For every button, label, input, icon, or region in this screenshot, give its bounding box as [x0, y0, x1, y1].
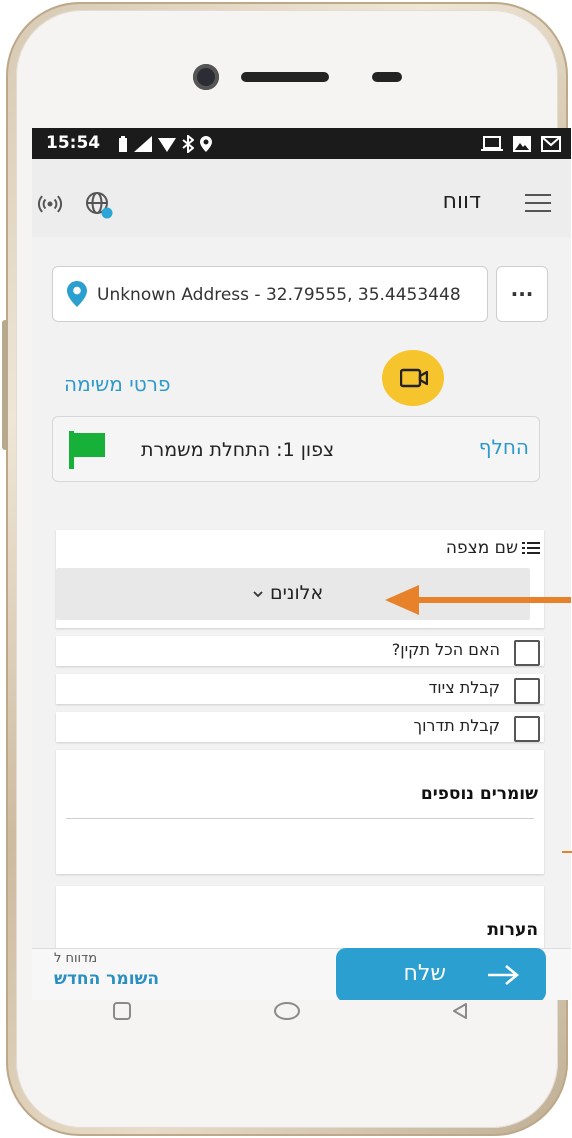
page-title: דווח	[442, 189, 481, 214]
globe-icon[interactable]	[84, 190, 114, 220]
annotation-arrow-small-icon	[562, 851, 572, 853]
address-text: Unknown Address - 32.79555, 35.4453448	[97, 285, 461, 305]
front-camera	[193, 64, 219, 90]
home-key[interactable]	[274, 1002, 300, 1020]
observation-post-value-text: אלונים	[270, 582, 324, 604]
checkbox[interactable]	[514, 640, 540, 666]
proximity-sensor	[372, 72, 402, 82]
image-icon	[513, 136, 531, 152]
checklist-label: האם הכל תקין?	[391, 640, 500, 659]
signal-icon	[134, 136, 152, 152]
status-bar: 15:54	[32, 128, 571, 159]
bluetooth-icon	[182, 135, 194, 153]
send-button[interactable]: שלח	[336, 948, 546, 1000]
annotation-arrow-icon	[385, 585, 571, 615]
signal-sync-icon[interactable]	[38, 192, 62, 216]
replace-checkpoint-link[interactable]: החלף	[479, 435, 529, 459]
observation-post-value: אלונים	[252, 582, 323, 604]
laptop-icon	[481, 136, 503, 151]
additional-guards-card[interactable]: שומרים נוספים	[56, 750, 544, 874]
video-camera-icon	[400, 368, 428, 388]
checkpoint-card: צפון 1: התחלת משמרת החלף	[52, 416, 540, 482]
checklist-item[interactable]: האם הכל תקין?	[56, 636, 544, 666]
hamburger-menu-icon[interactable]	[525, 194, 551, 212]
checklist-item[interactable]: קבלת תדרוך	[56, 712, 544, 742]
send-label: שלח	[403, 961, 446, 986]
back-key-icon[interactable]	[450, 1001, 470, 1021]
flag-icon	[69, 431, 105, 469]
app-screen: 15:54 דווח Unknown Address - 32.79555, 3…	[32, 128, 571, 1000]
earpiece-speaker	[241, 72, 329, 82]
notes-label: הערות	[487, 920, 538, 940]
status-time: 15:54	[46, 133, 101, 153]
list-icon	[522, 542, 540, 554]
additional-guards-label: שומרים נוספים	[420, 784, 538, 804]
recipient-link[interactable]: השומר החדש	[54, 969, 159, 989]
observation-post-label-text: שם מצפה	[445, 538, 518, 558]
more-options-button[interactable]: ...	[496, 266, 548, 322]
chevron-down-icon	[253, 590, 263, 597]
wifi-icon	[158, 138, 176, 152]
checklist-label: קבלת ציוד	[428, 678, 500, 697]
observation-post-label: שם מצפה	[446, 538, 540, 558]
app-bar: דווח	[32, 159, 571, 237]
checklist-label: קבלת תדרוך	[413, 716, 500, 735]
location-status-icon	[200, 136, 212, 152]
checklist-item[interactable]: קבלת ציוד	[56, 674, 544, 704]
divider	[66, 818, 534, 819]
phone-side-button	[2, 320, 8, 450]
checkpoint-name: צפון 1: התחלת משמרת	[141, 439, 335, 461]
battery-icon	[119, 136, 127, 152]
video-record-button[interactable]	[382, 350, 444, 406]
task-details-link[interactable]: פרטי משימה	[64, 372, 170, 396]
map-pin-icon	[67, 281, 87, 307]
arrow-right-icon	[488, 964, 520, 986]
reported-to-caption: מדווח ל	[54, 951, 98, 966]
checkbox[interactable]	[514, 716, 540, 742]
recent-apps-key[interactable]	[113, 1002, 131, 1020]
checkbox[interactable]	[514, 678, 540, 704]
mail-icon	[541, 136, 561, 152]
address-field[interactable]: Unknown Address - 32.79555, 35.4453448	[52, 266, 488, 322]
